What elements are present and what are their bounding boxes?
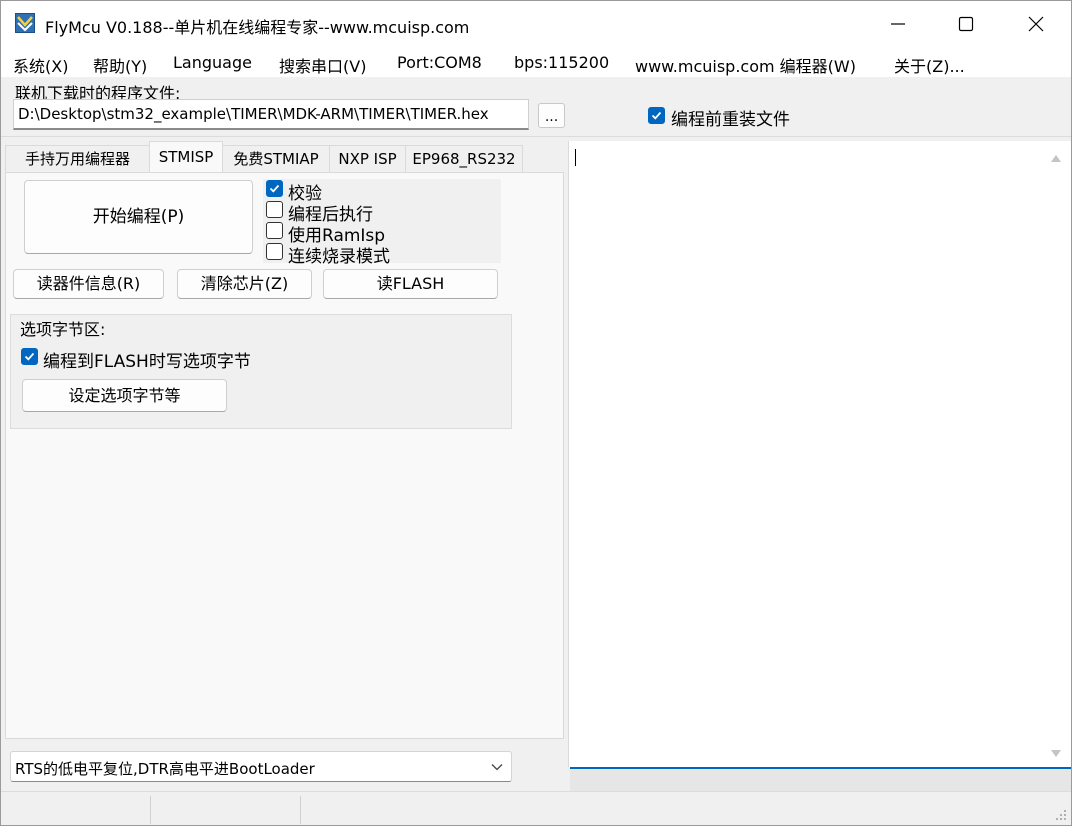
close-icon bbox=[1028, 16, 1044, 32]
menu-search-port[interactable]: 搜索串口(V) bbox=[279, 53, 366, 77]
tab-ep968-rs232[interactable]: EP968_RS232 bbox=[405, 145, 523, 172]
continuous-mode-checkbox[interactable] bbox=[266, 243, 283, 260]
boot-mode-value: RTS的低电平复位,DTR高电平进BootLoader bbox=[15, 760, 315, 778]
title-bar: FlyMcu V0.188--单片机在线编程专家--www.mcuisp.com bbox=[1, 1, 1071, 47]
reload-file-checkbox[interactable] bbox=[648, 107, 665, 124]
write-option-bytes-checkbox[interactable] bbox=[21, 348, 38, 365]
flymcu-logo-icon bbox=[15, 13, 35, 33]
checkmark-icon bbox=[651, 111, 662, 120]
divider bbox=[1, 136, 1071, 137]
erase-chip-button[interactable]: 清除芯片(Z) bbox=[177, 269, 312, 299]
chevron-down-icon bbox=[491, 764, 503, 771]
menu-system[interactable]: 系统(X) bbox=[13, 53, 68, 77]
boot-mode-select[interactable]: RTS的低电平复位,DTR高电平进BootLoader bbox=[10, 751, 512, 782]
progress-bar bbox=[570, 767, 1071, 791]
minimize-button[interactable] bbox=[875, 1, 921, 47]
menu-programmer[interactable]: www.mcuisp.com 编程器(W) bbox=[635, 53, 856, 77]
maximize-button[interactable] bbox=[943, 1, 989, 47]
menu-port[interactable]: Port:COM8 bbox=[397, 53, 482, 72]
scroll-down-arrow-icon[interactable] bbox=[1050, 749, 1062, 759]
flymcu-window: FlyMcu V0.188--单片机在线编程专家--www.mcuisp.com… bbox=[0, 0, 1072, 826]
minimize-icon bbox=[891, 23, 905, 25]
write-option-bytes-label: 编程到FLASH时写选项字节 bbox=[43, 352, 251, 372]
set-option-bytes-button[interactable]: 设定选项字节等 bbox=[22, 379, 227, 412]
text-caret bbox=[575, 149, 576, 166]
use-ramisp-checkbox[interactable] bbox=[266, 222, 283, 239]
tab-handheld-programmer[interactable]: 手持万用编程器 bbox=[5, 145, 150, 172]
verify-checkbox[interactable] bbox=[266, 180, 283, 197]
menu-help[interactable]: 帮助(Y) bbox=[93, 53, 147, 77]
reload-file-label: 编程前重装文件 bbox=[671, 110, 790, 130]
checkmark-icon bbox=[24, 352, 35, 361]
tab-nxp-isp[interactable]: NXP ISP bbox=[329, 145, 406, 172]
run-after-program-checkbox[interactable] bbox=[266, 201, 283, 218]
menu-language[interactable]: Language bbox=[173, 53, 252, 72]
close-button[interactable] bbox=[1013, 1, 1059, 47]
menu-about[interactable]: 关于(Z)... bbox=[894, 53, 965, 77]
checkmark-icon bbox=[269, 184, 280, 193]
log-output-area[interactable] bbox=[568, 141, 1071, 767]
status-separator bbox=[150, 796, 151, 824]
maximize-icon bbox=[958, 16, 974, 32]
read-device-info-button[interactable]: 读器件信息(R) bbox=[13, 269, 164, 299]
read-flash-button[interactable]: 读FLASH bbox=[323, 269, 498, 299]
browse-button[interactable]: ... bbox=[538, 103, 565, 128]
tab-free-stmiap[interactable]: 免费STMIAP bbox=[222, 145, 330, 172]
scroll-up-arrow-icon[interactable] bbox=[1050, 153, 1062, 163]
continuous-mode-label: 连续烧录模式 bbox=[288, 247, 390, 267]
menu-baud-rate[interactable]: bps:115200 bbox=[514, 53, 609, 72]
hex-file-path-field[interactable]: D:\Desktop\stm32_example\TIMER\MDK-ARM\T… bbox=[13, 99, 529, 130]
status-separator bbox=[300, 796, 301, 824]
start-programming-button[interactable]: 开始编程(P) bbox=[24, 180, 253, 254]
window-title: FlyMcu V0.188--单片机在线编程专家--www.mcuisp.com bbox=[45, 18, 470, 37]
tab-stmisp[interactable]: STMISP bbox=[149, 141, 223, 173]
resize-grip-icon[interactable] bbox=[1055, 809, 1067, 821]
option-bytes-title: 选项字节区: bbox=[20, 320, 106, 339]
menu-bar: 系统(X) 帮助(Y) Language 搜索串口(V) Port:COM8 b… bbox=[1, 47, 1071, 77]
status-bar bbox=[1, 791, 1071, 825]
